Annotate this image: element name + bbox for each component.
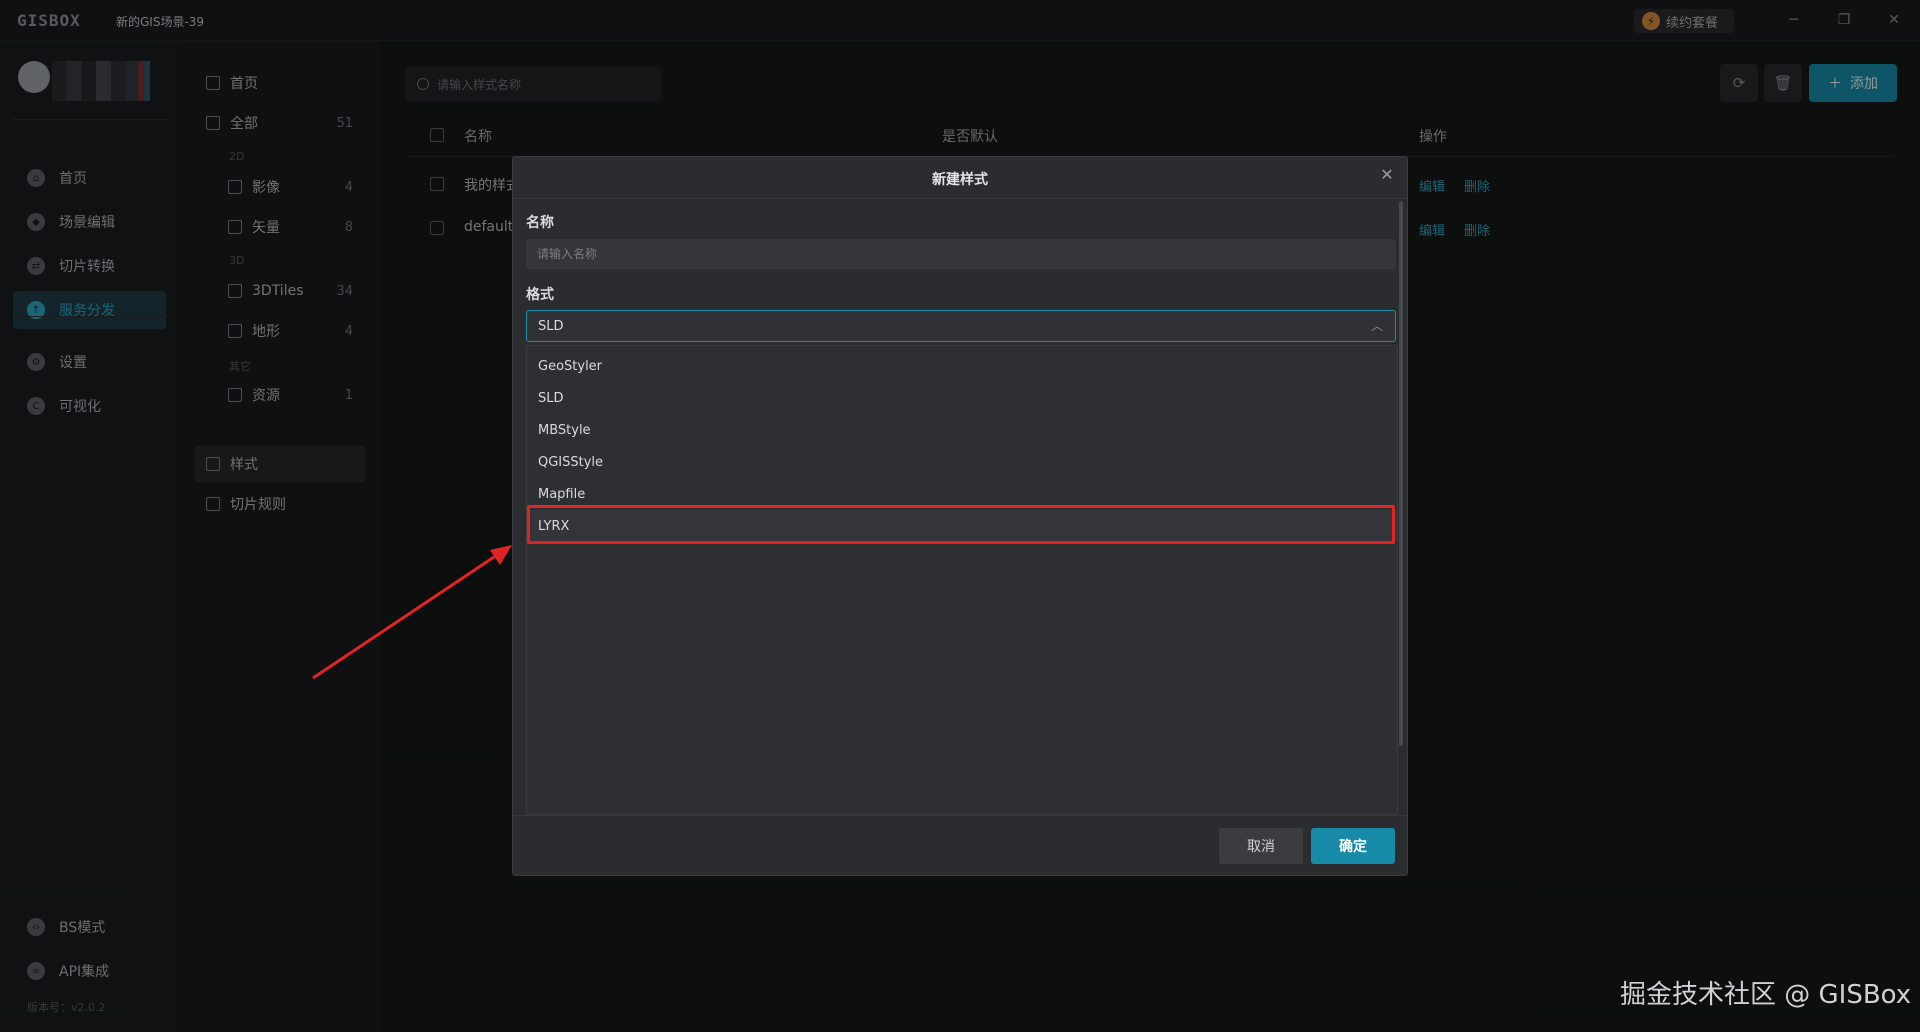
name-field[interactable]: [526, 239, 1396, 269]
option-qgisstyle[interactable]: QGISStyle: [527, 446, 1397, 478]
confirm-button[interactable]: 确定: [1311, 828, 1395, 864]
option-geostyler[interactable]: GeoStyler: [527, 350, 1397, 382]
name-label: 名称: [526, 215, 554, 231]
format-select[interactable]: SLD ︿: [526, 310, 1396, 342]
dialog-footer: 取消 确定: [513, 815, 1407, 875]
option-sld[interactable]: SLD: [527, 382, 1397, 414]
chevron-up-icon: ︿: [1370, 319, 1383, 333]
format-value: SLD: [538, 318, 564, 334]
highlight-box: [527, 505, 1395, 544]
close-icon[interactable]: ✕: [1377, 165, 1397, 185]
option-mbstyle[interactable]: MBStyle: [527, 414, 1397, 446]
dialog-scrollbar[interactable]: [1399, 201, 1403, 746]
cancel-button[interactable]: 取消: [1219, 828, 1303, 864]
dialog-header: 新建样式 ✕: [513, 157, 1407, 199]
format-label: 格式: [526, 287, 554, 303]
format-dropdown: GeoStyler SLD MBStyle QGISStyle Mapfile …: [526, 345, 1398, 815]
dialog-title: 新建样式: [932, 172, 988, 188]
new-style-dialog: 新建样式 ✕ 名称 格式 SLD ︿ GeoStyler SLD MBStyle…: [512, 156, 1408, 876]
watermark: 掘金技术社区 @ GISBox: [1620, 980, 1912, 1010]
